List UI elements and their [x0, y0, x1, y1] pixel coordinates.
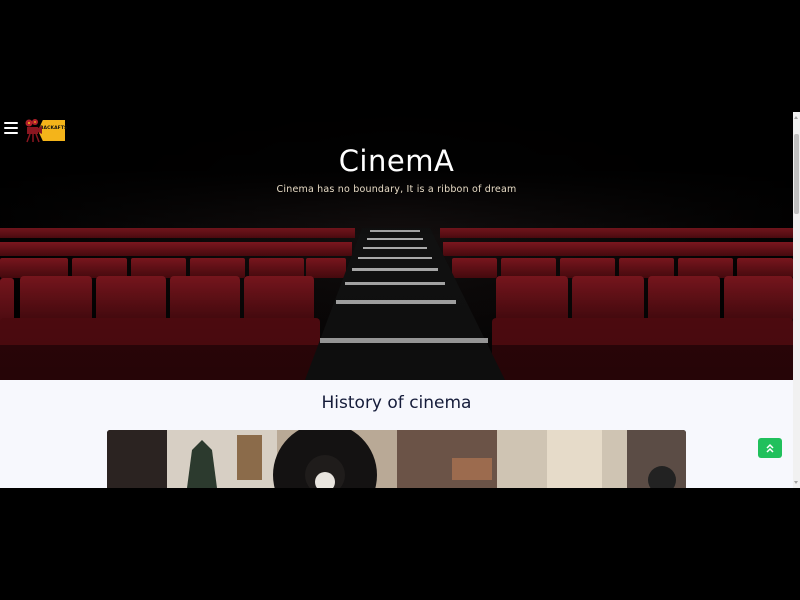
hamburger-menu-icon[interactable] — [4, 122, 18, 134]
hero-section: BACKAFTS CinemA Cinema has no boundary, … — [0, 0, 793, 380]
history-image — [107, 430, 686, 488]
hero-subtitle: Cinema has no boundary, It is a ribbon o… — [276, 184, 517, 195]
scroll-to-top-button[interactable] — [758, 438, 782, 458]
site-logo[interactable]: BACKAFTS — [24, 118, 68, 143]
double-chevron-up-icon — [766, 443, 774, 453]
film-camera-icon — [25, 119, 42, 143]
history-section: History of cinema — [0, 380, 793, 488]
vintage-record-photo — [107, 430, 686, 488]
menu-bar — [4, 122, 18, 124]
scrollbar-thumb[interactable] — [794, 134, 799, 214]
browser-viewport: BACKAFTS CinemA Cinema has no boundary, … — [0, 0, 800, 488]
section-heading: History of cinema — [321, 393, 472, 413]
menu-bar — [4, 127, 18, 129]
page-scrollbar[interactable] — [793, 112, 800, 488]
menu-bar — [4, 132, 18, 134]
hero-title: CinemA — [338, 144, 455, 178]
scroll-up-arrow-icon[interactable] — [794, 116, 798, 119]
logo-text: BACKAFTS — [40, 126, 68, 131]
scroll-down-arrow-icon[interactable] — [794, 481, 798, 484]
